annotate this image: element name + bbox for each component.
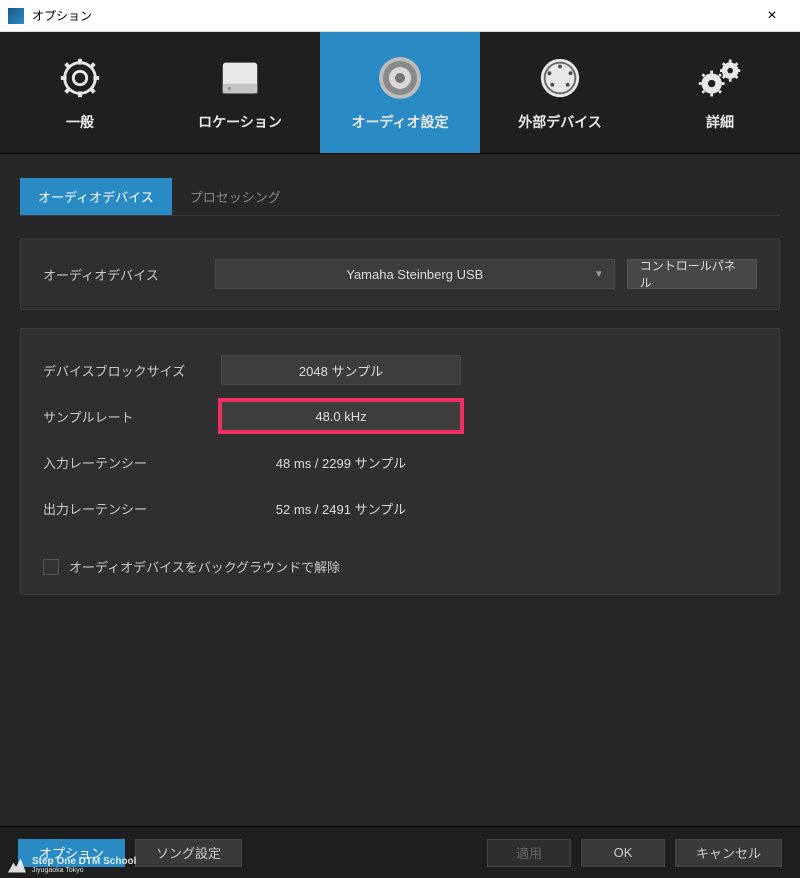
content-area: オーディオデバイス プロセッシング オーディオデバイス Yamaha Stein… [0, 154, 800, 826]
audio-device-label: オーディオデバイス [43, 265, 215, 284]
branding-line2: Jiyugaoka Tokyo [32, 867, 136, 874]
category-advanced[interactable]: 詳細 [640, 32, 800, 153]
drive-icon [216, 54, 264, 102]
titlebar: オプション × [0, 0, 800, 32]
chevron-down-icon: ▼ [594, 269, 604, 280]
audio-device-select[interactable]: Yamaha Steinberg USB ▼ [215, 259, 615, 289]
output-latency-label: 出力レーテンシー [43, 499, 221, 518]
category-label: 外部デバイス [518, 112, 602, 132]
release-background-checkbox[interactable] [43, 559, 59, 575]
audio-device-selected-value: Yamaha Steinberg USB [346, 267, 483, 282]
song-settings-button[interactable]: ソング設定 [135, 839, 242, 867]
sample-rate-label: サンプルレート [43, 407, 221, 426]
block-size-value[interactable]: 2048 サンプル [221, 355, 461, 385]
branding-line1: Step One DTM School [32, 857, 136, 867]
category-bar: 一般 ロケーション オーディオ設定 外部デバイス 詳細 [0, 32, 800, 154]
gears-icon [696, 54, 744, 102]
speaker-icon [376, 54, 424, 102]
cancel-button[interactable]: キャンセル [675, 839, 782, 867]
control-panel-button[interactable]: コントロールパネル [627, 259, 757, 289]
window-title: オプション [32, 7, 752, 24]
category-external-device[interactable]: 外部デバイス [480, 32, 640, 153]
input-latency-value: 48 ms / 2299 サンプル [221, 447, 461, 477]
tab-audio-device[interactable]: オーディオデバイス [20, 178, 172, 215]
release-background-label: オーディオデバイスをバックグラウンドで解除 [69, 557, 340, 576]
app-icon [8, 8, 24, 24]
settings-panel: デバイスブロックサイズ 2048 サンプル サンプルレート 48.0 kHz 入… [20, 328, 780, 595]
close-button[interactable]: × [752, 7, 792, 25]
apply-button: 適用 [487, 839, 571, 867]
ok-button[interactable]: OK [581, 839, 665, 867]
input-latency-label: 入力レーテンシー [43, 453, 221, 472]
tab-processing[interactable]: プロセッシング [172, 178, 299, 215]
midi-icon [536, 54, 584, 102]
category-label: ロケーション [198, 112, 282, 132]
gear-icon [56, 54, 104, 102]
options-window: オプション × 一般 ロケーション オーディオ設定 外部デバイス [0, 0, 800, 878]
category-label: 詳細 [706, 112, 734, 132]
branding-logo-icon [8, 859, 26, 873]
category-location[interactable]: ロケーション [160, 32, 320, 153]
category-label: オーディオ設定 [351, 112, 448, 132]
output-latency-value: 52 ms / 2491 サンプル [221, 493, 461, 523]
category-general[interactable]: 一般 [0, 32, 160, 153]
category-audio-settings[interactable]: オーディオ設定 [320, 32, 480, 153]
sub-tabs: オーディオデバイス プロセッシング [20, 178, 780, 216]
category-label: 一般 [66, 112, 94, 132]
sample-rate-value[interactable]: 48.0 kHz [221, 401, 461, 431]
branding-watermark: Step One DTM School Jiyugaoka Tokyo [8, 857, 136, 874]
block-size-label: デバイスブロックサイズ [43, 361, 221, 380]
device-panel: オーディオデバイス Yamaha Steinberg USB ▼ コントロールパ… [20, 238, 780, 310]
